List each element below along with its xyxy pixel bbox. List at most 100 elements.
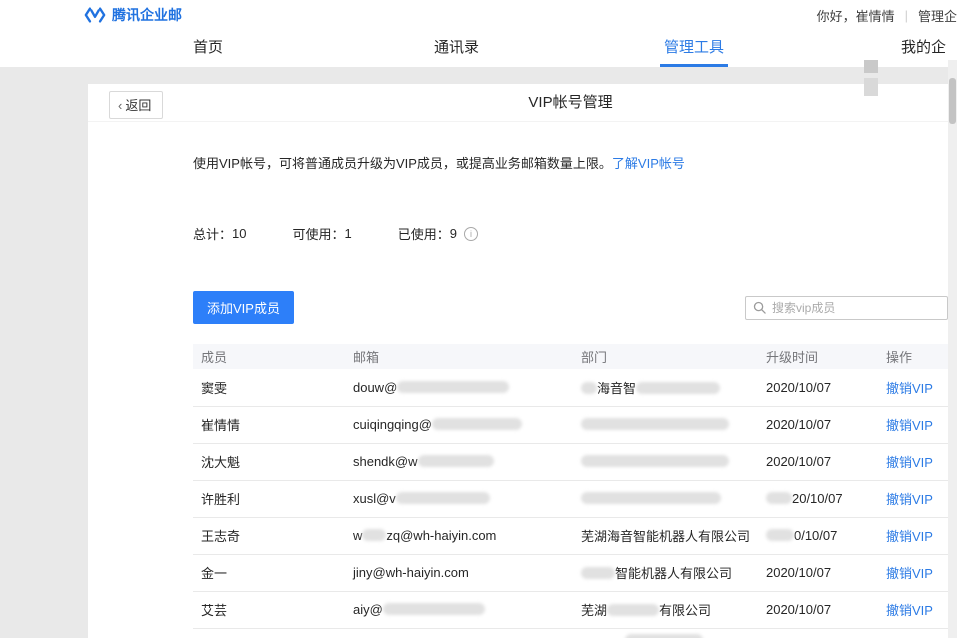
member-department <box>573 406 758 443</box>
stat-used: 已使用： 9 <box>398 224 478 243</box>
table-toolbar: 添加VIP成员 <box>193 291 948 324</box>
page-title: VIP帐号管理 <box>193 84 948 122</box>
back-button[interactable]: ‹返回 <box>109 91 163 119</box>
floating-scrollbar-block-1[interactable] <box>864 60 878 73</box>
col-upgrade-time: 升级时间 <box>758 344 878 369</box>
table-header: 成员 邮箱 部门 升级时间 操作 <box>193 344 948 369</box>
member-department <box>573 443 758 480</box>
stat-total-label: 总计： <box>193 224 232 243</box>
redacted-text <box>636 382 720 394</box>
vip-table-body: 窦雯douw@海音智2020/10/07撤销VIP崔情情cuiqingqing@… <box>193 369 948 628</box>
stat-available: 可使用： 1 <box>292 224 351 243</box>
table-row: 崔情情cuiqingqing@2020/10/07撤销VIP <box>193 406 948 443</box>
member-department: 智能机器人有限公司 <box>573 554 758 591</box>
member-department <box>573 480 758 517</box>
vip-stats: 总计： 10 可使用： 1 已使用： 9 <box>193 224 948 243</box>
actions-cell: 撤销VIP <box>878 369 948 406</box>
member-name: 金一 <box>193 554 345 591</box>
tab-home[interactable]: 首页 <box>191 30 225 67</box>
card-header: ‹返回 VIP帐号管理 <box>88 84 948 122</box>
upgrade-time: 2020/10/07 <box>758 591 878 628</box>
vertical-scrollbar-thumb[interactable] <box>949 78 956 124</box>
exmail-logo-icon <box>84 5 106 25</box>
revoke-vip-link[interactable]: 撤销VIP <box>886 381 933 396</box>
redacted-text <box>581 492 721 504</box>
page-background: ‹返回 VIP帐号管理 使用VIP帐号，可将普通成员升级为VIP成员，或提高业务… <box>0 67 957 638</box>
redacted-text <box>396 492 490 504</box>
actions-cell: 撤销VIP <box>878 591 948 628</box>
stat-available-label: 可使用： <box>292 224 344 243</box>
redacted-text <box>581 455 729 467</box>
upgrade-time: 0/10/07 <box>758 517 878 554</box>
search-input[interactable] <box>772 301 940 315</box>
col-actions: 操作 <box>878 344 948 369</box>
revoke-vip-link[interactable]: 撤销VIP <box>886 603 933 618</box>
brand-logo[interactable]: 腾讯企业邮 <box>84 5 182 25</box>
revoke-vip-link[interactable]: 撤销VIP <box>886 455 933 470</box>
actions-cell: 撤销VIP <box>878 480 948 517</box>
table-row: 许胜利xusl@v20/10/07撤销VIP <box>193 480 948 517</box>
member-department: 海音智 <box>573 369 758 406</box>
member-name: 沈大魁 <box>193 443 345 480</box>
member-email: aiy@ <box>345 591 573 628</box>
redacted-text <box>418 455 494 467</box>
description-text: 使用VIP帐号，可将普通成员升级为VIP成员，或提高业务邮箱数量上限。 <box>193 156 612 171</box>
member-email: xusl@v <box>345 480 573 517</box>
member-department: 芜湖海音智能机器人有限公司 <box>573 517 758 554</box>
table-row: 艾芸aiy@芜湖有限公司2020/10/07 撤销VIP <box>193 591 948 628</box>
redacted-text <box>766 492 792 504</box>
card-content: 使用VIP帐号，可将普通成员升级为VIP成员，或提高业务邮箱数量上限。了解VIP… <box>193 153 948 638</box>
table-row: 金一jiny@wh-haiyin.com智能机器人有限公司2020/10/07撤… <box>193 554 948 591</box>
col-department: 部门 <box>573 344 758 369</box>
member-email: wzq@wh-haiyin.com <box>345 517 573 554</box>
add-vip-member-button[interactable]: 添加VIP成员 <box>193 291 294 324</box>
member-name: 崔情情 <box>193 406 345 443</box>
floating-scrollbar-block-2[interactable] <box>864 78 878 96</box>
member-name: 王志奇 <box>193 517 345 554</box>
redacted-text <box>581 418 729 430</box>
info-icon[interactable] <box>464 227 478 241</box>
main-nav: 首页 通讯录 管理工具 我的企业 <box>0 30 957 67</box>
actions-cell: 撤销VIP <box>878 406 948 443</box>
stat-available-value: 1 <box>345 226 352 241</box>
revoke-vip-link[interactable]: 撤销VIP <box>886 566 933 581</box>
member-email: douw@ <box>345 369 573 406</box>
table-row: 王志奇wzq@wh-haiyin.com芜湖海音智能机器人有限公司0/10/07… <box>193 517 948 554</box>
actions-cell: 撤销VIP <box>878 443 948 480</box>
redacted-text <box>397 381 509 393</box>
vertical-scrollbar-track <box>948 60 957 638</box>
revoke-vip-link[interactable]: 撤销VIP <box>886 492 933 507</box>
upgrade-time: 2020/10/07 <box>758 406 878 443</box>
redacted-text <box>432 418 522 430</box>
member-name: 窦雯 <box>193 369 345 406</box>
learn-vip-link[interactable]: 了解VIP帐号 <box>612 156 685 171</box>
upgrade-time: 2020/10/07 <box>758 369 878 406</box>
brand-name: 腾讯企业邮 <box>112 5 182 25</box>
revoke-vip-link[interactable]: 撤销VIP <box>886 529 933 544</box>
col-email: 邮箱 <box>345 344 573 369</box>
stat-used-label: 已使用： <box>398 224 450 243</box>
revoke-vip-link[interactable]: 撤销VIP <box>886 418 933 433</box>
user-greeting[interactable]: 你好，崔情情 <box>817 6 895 25</box>
member-name: 艾芸 <box>193 591 345 628</box>
table-row: 窦雯douw@海音智2020/10/07 撤销VIP <box>193 369 948 406</box>
vip-management-card: ‹返回 VIP帐号管理 使用VIP帐号，可将普通成员升级为VIP成员，或提高业务… <box>88 84 948 638</box>
member-department: 芜湖有限公司 <box>573 591 758 628</box>
redacted-text <box>766 529 794 541</box>
redacted-text <box>607 604 659 616</box>
chevron-left-icon: ‹ <box>118 98 122 113</box>
admin-entry-link[interactable]: 管理企 <box>918 6 957 25</box>
tab-admin-tools[interactable]: 管理工具 <box>662 30 726 67</box>
tab-contacts[interactable]: 通讯录 <box>432 30 481 67</box>
table-row: 沈大魁shendk@w2020/10/07撤销VIP <box>193 443 948 480</box>
member-name: 许胜利 <box>193 480 345 517</box>
stat-used-value: 9 <box>450 226 457 241</box>
upgrade-time: 2020/10/07 <box>758 554 878 591</box>
redacted-text <box>581 567 615 579</box>
stat-total-value: 10 <box>232 226 246 241</box>
separator: | <box>905 8 908 23</box>
actions-cell: 撤销VIP <box>878 554 948 591</box>
upgrade-time: 2020/10/07 <box>758 443 878 480</box>
actions-cell: 撤销VIP <box>878 517 948 554</box>
search-box <box>745 296 948 320</box>
